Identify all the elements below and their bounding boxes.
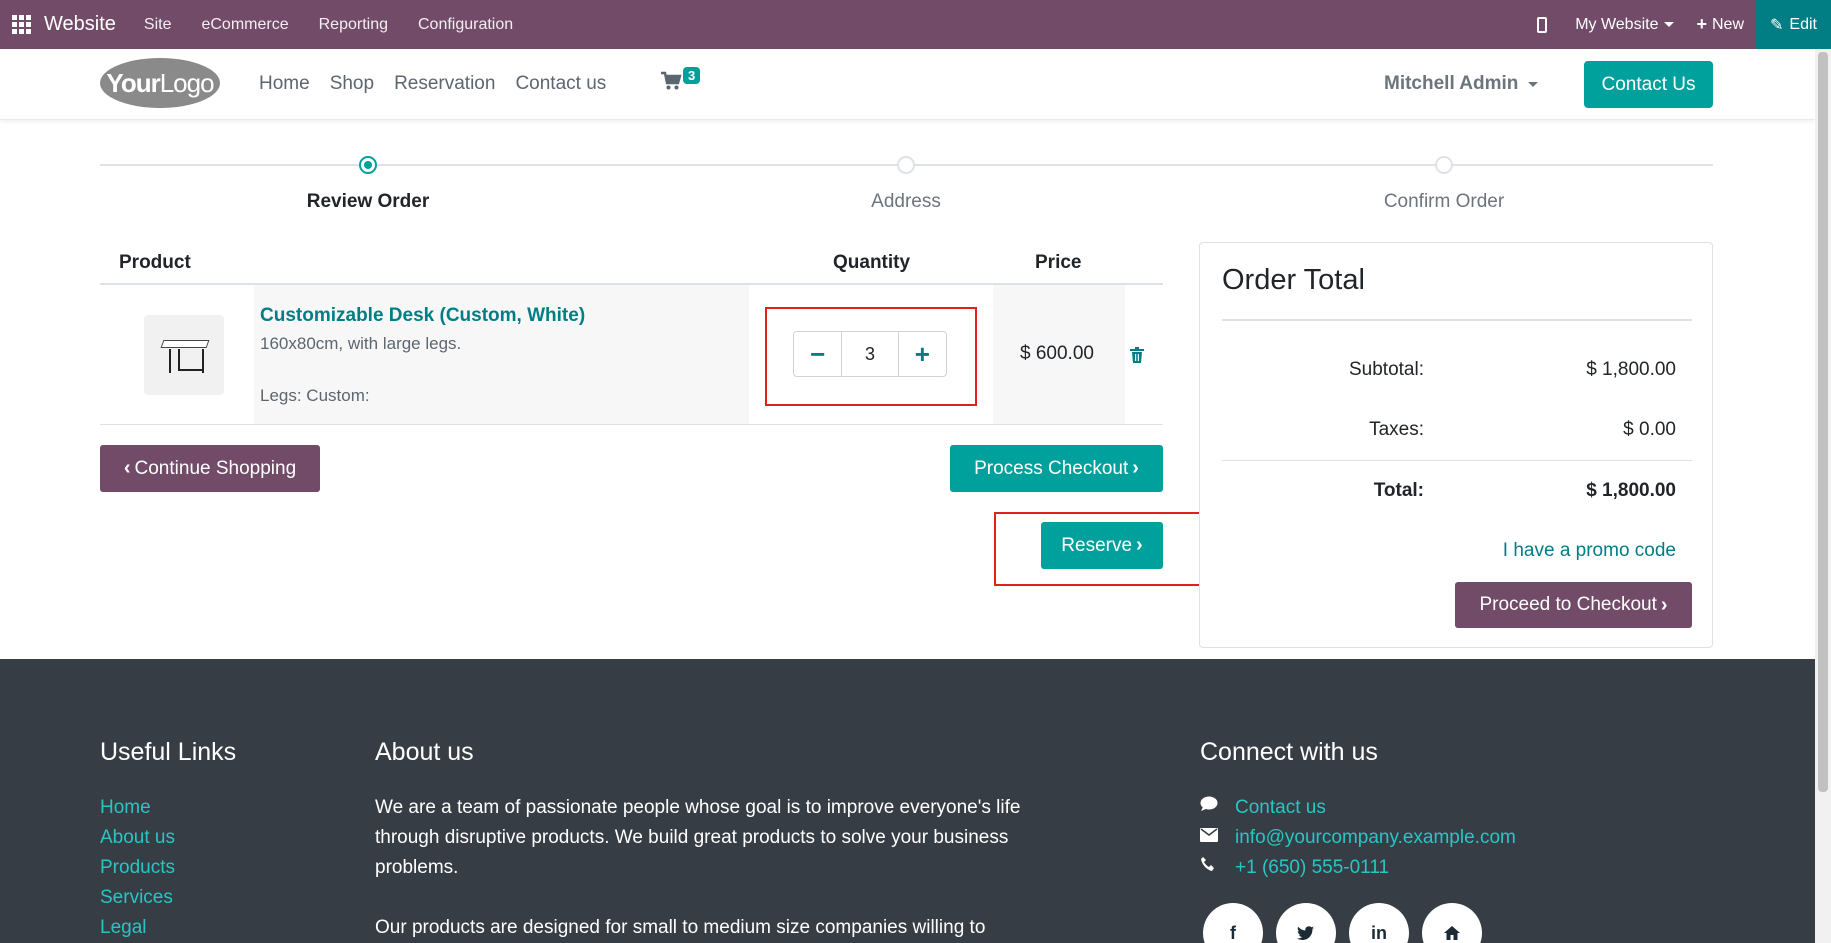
logo-text: Logo xyxy=(159,67,215,98)
column-header-product: Product xyxy=(119,252,191,273)
continue-shopping-label: Continue Shopping xyxy=(134,457,297,479)
user-menu[interactable]: Mitchell Admin xyxy=(1384,73,1539,95)
subtotal-label: Subtotal: xyxy=(1349,359,1424,380)
card-title-divider xyxy=(1222,319,1692,321)
promo-code-link[interactable]: I have a promo code xyxy=(1503,540,1676,562)
about-us-paragraph-1: We are a team of passionate people whose… xyxy=(375,797,1021,878)
nav-home[interactable]: Home xyxy=(259,73,310,95)
order-total-card: Order Total Subtotal: $ 1,800.00 Taxes: … xyxy=(1199,242,1713,648)
chevron-right-icon: › xyxy=(1132,457,1139,479)
website-selector[interactable]: My Website xyxy=(1575,15,1675,34)
admin-navbar: Website Site eCommerce Reporting Configu… xyxy=(0,0,1831,49)
footer-link-services[interactable]: Services xyxy=(100,883,175,913)
about-us-text: We are a team of passionate people whose… xyxy=(375,793,1035,943)
wizard-step-confirm-order: Confirm Order xyxy=(1383,191,1505,212)
user-name: Mitchell Admin xyxy=(1384,73,1519,94)
facebook-icon[interactable]: f xyxy=(1203,903,1263,943)
chevron-right-icon: › xyxy=(1660,593,1668,616)
total-divider xyxy=(1222,460,1692,461)
edit-button[interactable]: ✎ Edit xyxy=(1756,0,1831,49)
column-header-price: Price xyxy=(1035,252,1082,273)
product-image[interactable] xyxy=(144,315,224,395)
about-us-paragraph-2: Our products are designed for small to m… xyxy=(375,917,986,938)
table-row-divider xyxy=(100,424,1163,425)
edit-button-label: Edit xyxy=(1789,15,1817,33)
wizard-step-dot-address xyxy=(897,156,915,174)
footer-link-about-us[interactable]: About us xyxy=(100,823,175,853)
nav-contact-us[interactable]: Contact us xyxy=(515,73,606,95)
admin-menu-configuration[interactable]: Configuration xyxy=(418,16,513,34)
footer-link-home[interactable]: Home xyxy=(100,793,175,823)
linkedin-icon[interactable]: in xyxy=(1349,903,1409,943)
new-button[interactable]: + New xyxy=(1696,14,1744,35)
logo-text-bold: Your xyxy=(106,67,160,98)
footer-phone-link[interactable]: +1 (650) 555-0111 xyxy=(1235,853,1389,883)
website-selector-label: My Website xyxy=(1575,15,1659,33)
chevron-left-icon: ‹ xyxy=(123,457,131,479)
comment-icon xyxy=(1200,793,1235,823)
admin-menu-site[interactable]: Site xyxy=(144,16,172,34)
highlight-box-quantity xyxy=(765,307,977,406)
new-button-label: New xyxy=(1711,15,1744,33)
wizard-step-dot-review xyxy=(359,156,377,174)
site-header: Your Logo Home Shop Reservation Contact u… xyxy=(0,49,1815,120)
shopping-cart-icon xyxy=(661,71,682,90)
proceed-to-checkout-button[interactable]: Proceed to Checkout › xyxy=(1455,582,1692,628)
contact-info: Contact us info@yourcompany.example.com … xyxy=(1200,793,1516,883)
caret-down-icon xyxy=(1664,22,1675,27)
order-total-title: Order Total xyxy=(1222,264,1365,296)
process-checkout-button[interactable]: Process Checkout › xyxy=(950,445,1163,492)
envelope-icon xyxy=(1200,823,1235,853)
cart-count-badge: 3 xyxy=(683,67,701,84)
highlight-box-reserve xyxy=(994,512,1202,586)
wizard-step-review-order: Review Order xyxy=(306,191,430,212)
total-label: Total: xyxy=(1373,480,1424,501)
trash-icon[interactable] xyxy=(1130,347,1144,363)
mobile-preview-icon[interactable] xyxy=(1537,16,1548,33)
site-footer: Useful Links Home About us Products Serv… xyxy=(0,659,1815,943)
contact-us-button[interactable]: Contact Us xyxy=(1584,61,1713,108)
about-us-heading: About us xyxy=(375,738,474,766)
twitter-icon[interactable] xyxy=(1276,903,1336,943)
wizard-step-dot-confirm xyxy=(1435,156,1453,174)
subtotal-value: $ 1,800.00 xyxy=(1586,359,1676,380)
column-header-quantity: Quantity xyxy=(833,252,911,273)
admin-brand[interactable]: Website xyxy=(44,13,116,36)
taxes-value: $ 0.00 xyxy=(1623,419,1676,440)
useful-links-list: Home About us Products Services Legal xyxy=(100,793,175,943)
admin-menu-ecommerce[interactable]: eCommerce xyxy=(201,16,288,34)
footer-link-products[interactable]: Products xyxy=(100,853,175,883)
connect-heading: Connect with us xyxy=(1200,738,1378,766)
cart-link[interactable]: 3 xyxy=(660,67,701,96)
plus-icon: + xyxy=(1696,14,1707,34)
line-price: $ 600.00 xyxy=(1020,343,1094,364)
main-nav: Home Shop Reservation Contact us xyxy=(259,73,606,95)
footer-link-legal[interactable]: Legal xyxy=(100,913,175,943)
taxes-label: Taxes: xyxy=(1369,419,1424,440)
total-value: $ 1,800.00 xyxy=(1586,480,1676,501)
proceed-to-checkout-label: Proceed to Checkout xyxy=(1479,594,1657,615)
company-logo[interactable]: Your Logo xyxy=(100,58,220,108)
pencil-icon: ✎ xyxy=(1770,16,1784,34)
apps-menu-icon[interactable] xyxy=(0,0,42,49)
caret-down-icon xyxy=(1528,81,1539,87)
nav-shop[interactable]: Shop xyxy=(330,73,374,95)
home-icon[interactable] xyxy=(1422,903,1482,943)
footer-email-link[interactable]: info@yourcompany.example.com xyxy=(1235,823,1516,853)
phone-icon xyxy=(1200,853,1235,883)
product-name-link[interactable]: Customizable Desk (Custom, White) xyxy=(260,305,585,327)
product-description: 160x80cm, with large legs. xyxy=(260,334,462,353)
wizard-step-address: Address xyxy=(871,191,941,212)
footer-contact-link[interactable]: Contact us xyxy=(1235,793,1326,823)
scrollbar-thumb[interactable] xyxy=(1818,52,1828,792)
process-checkout-label: Process Checkout xyxy=(974,457,1129,479)
continue-shopping-button[interactable]: ‹ Continue Shopping xyxy=(100,445,320,492)
product-attribute: Legs: Custom: xyxy=(260,386,370,405)
admin-menu-reporting[interactable]: Reporting xyxy=(319,16,388,34)
useful-links-heading: Useful Links xyxy=(100,738,237,766)
nav-reservation[interactable]: Reservation xyxy=(394,73,495,95)
